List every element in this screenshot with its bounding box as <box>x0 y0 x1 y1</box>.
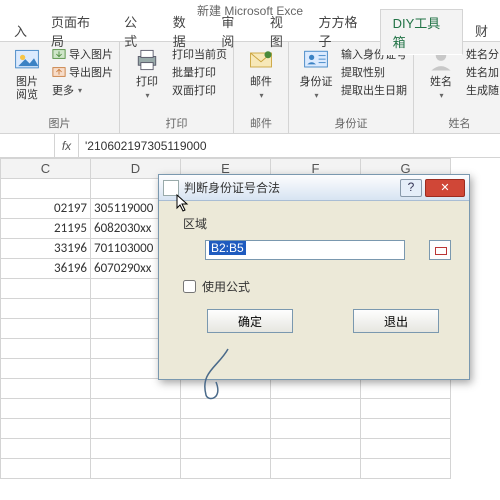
export-picture[interactable]: 导出图片 <box>52 64 113 80</box>
mail-button[interactable]: 邮件▾ <box>240 46 282 102</box>
printer-icon <box>133 46 161 74</box>
chevron-down-icon: ▾ <box>314 89 318 102</box>
ok-button[interactable]: 确定 <box>207 309 293 333</box>
picture-icon <box>13 46 41 74</box>
cell[interactable]: 36196 <box>1 259 91 279</box>
tab-0[interactable]: 入 <box>2 18 39 43</box>
cell[interactable]: 21195 <box>1 219 91 239</box>
dialog-title: 判断身份证号合法 <box>184 179 400 196</box>
more-picture[interactable]: 更多▾ <box>52 82 113 98</box>
chevron-down-icon: ▾ <box>259 89 263 102</box>
chevron-down-icon: ▾ <box>145 89 149 102</box>
group-mail: 邮件▾ 邮件 <box>234 42 289 133</box>
cell[interactable]: 02197 <box>1 199 91 219</box>
cell[interactable] <box>271 399 361 419</box>
col-header[interactable]: C <box>1 159 91 179</box>
extract-gender[interactable]: 提取性别 <box>341 64 407 80</box>
range-input[interactable]: B2:B5 <box>205 240 405 260</box>
group-picture: 图片 阅览 导入图片 导出图片 更多▾ 图片 <box>0 42 120 133</box>
group-label: 身份证 <box>335 115 368 131</box>
chevron-down-icon: ▾ <box>78 86 82 95</box>
cell[interactable] <box>1 419 91 439</box>
cell[interactable]: 33196 <box>1 239 91 259</box>
mail-icon <box>247 46 275 74</box>
cell[interactable] <box>271 419 361 439</box>
cursor-icon <box>176 194 190 212</box>
cell[interactable] <box>91 439 181 459</box>
cell[interactable] <box>271 439 361 459</box>
cell[interactable] <box>1 439 91 459</box>
idcard-button[interactable]: 身份证▾ <box>295 46 337 102</box>
cell[interactable] <box>91 459 181 479</box>
cell[interactable] <box>1 399 91 419</box>
cell[interactable] <box>1 179 91 199</box>
import-picture[interactable]: 导入图片 <box>52 46 113 62</box>
chevron-down-icon: ▾ <box>439 89 443 102</box>
cell[interactable] <box>1 279 91 299</box>
cell[interactable] <box>361 419 451 439</box>
tab-8[interactable]: 财 <box>463 18 500 43</box>
print-duplex[interactable]: 双面打印 <box>172 82 227 98</box>
tab-7[interactable]: DIY工具箱 <box>380 9 463 55</box>
cell[interactable] <box>1 339 91 359</box>
cell[interactable] <box>1 299 91 319</box>
group-label: 图片 <box>49 115 71 131</box>
fx-button[interactable]: fx <box>55 134 79 157</box>
cell[interactable] <box>361 439 451 459</box>
cell[interactable] <box>1 359 91 379</box>
group-label: 姓名 <box>449 115 471 131</box>
cell[interactable] <box>361 459 451 479</box>
cell[interactable] <box>1 319 91 339</box>
range-picker-button[interactable] <box>429 240 451 260</box>
print-batch[interactable]: 批量打印 <box>172 64 227 80</box>
use-formula-input[interactable] <box>183 280 196 293</box>
cell[interactable] <box>181 459 271 479</box>
picture-view-button[interactable]: 图片 阅览 <box>6 46 48 102</box>
print-button[interactable]: 打印▾ <box>126 46 168 102</box>
area-label: 区域 <box>183 215 451 232</box>
name-split[interactable]: 姓名分 <box>466 46 499 62</box>
formula-value[interactable]: '210602197305119000 <box>79 139 500 153</box>
print-current[interactable]: 打印当前页 <box>172 46 227 62</box>
group-print: 打印▾ 打印当前页 批量打印 双面打印 打印 <box>120 42 234 133</box>
idcard-icon <box>302 46 330 74</box>
use-formula-checkbox[interactable]: 使用公式 <box>183 278 451 295</box>
cell[interactable] <box>271 379 361 399</box>
cell[interactable] <box>181 419 271 439</box>
formula-bar: fx '210602197305119000 <box>0 134 500 158</box>
export-icon <box>52 65 66 79</box>
cell[interactable] <box>1 379 91 399</box>
dialog-titlebar[interactable]: 判断身份证号合法 ? ✕ <box>159 175 469 201</box>
group-label: 打印 <box>166 115 188 131</box>
dialog-help-button[interactable]: ? <box>400 179 422 197</box>
cancel-button[interactable]: 退出 <box>353 309 439 333</box>
name-box[interactable] <box>0 134 55 157</box>
import-icon <box>52 47 66 61</box>
ribbon: 图片 阅览 导入图片 导出图片 更多▾ 图片 打印▾ 打印当前页 批量打印 双面… <box>0 42 500 134</box>
group-label: 邮件 <box>250 115 272 131</box>
name-gen[interactable]: 生成随 <box>466 82 499 98</box>
extract-dob[interactable]: 提取出生日期 <box>341 82 407 98</box>
ribbon-tabs: 入页面布局公式数据审阅视图方方格子DIY工具箱财 <box>0 20 500 42</box>
cell[interactable] <box>91 419 181 439</box>
cell[interactable] <box>361 379 451 399</box>
cell[interactable] <box>271 459 361 479</box>
cell[interactable] <box>181 439 271 459</box>
group-name: 姓名▾ 姓名分 姓名加 生成随 姓名 <box>414 42 500 133</box>
annotation-arrow <box>188 347 248 407</box>
group-idcard: 身份证▾ 输入身份证号 提取性别 提取出生日期 身份证 <box>289 42 414 133</box>
dialog-close-button[interactable]: ✕ <box>425 179 465 197</box>
cell[interactable] <box>1 459 91 479</box>
cell[interactable] <box>361 399 451 419</box>
cell[interactable] <box>91 399 181 419</box>
name-add[interactable]: 姓名加 <box>466 64 499 80</box>
cell[interactable] <box>91 379 181 399</box>
